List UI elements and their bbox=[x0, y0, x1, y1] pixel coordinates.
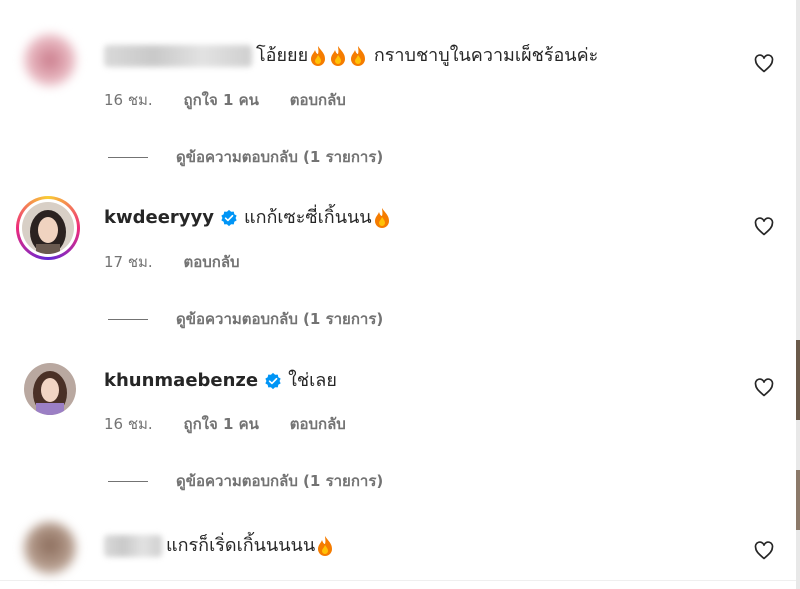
right-edge-strip bbox=[796, 0, 800, 589]
comment-main-line: kwdeeryyy แกก้เซะซี่เกิ้นนน bbox=[104, 206, 392, 230]
view-replies-label: ดูข้อความตอบกลับ (1 รายการ) bbox=[176, 148, 384, 166]
comment-likes[interactable]: ถูกใจ 1 คน bbox=[183, 91, 258, 109]
avatar[interactable] bbox=[24, 363, 76, 415]
comment-time: 17 ชม. bbox=[104, 253, 153, 271]
reply-button[interactable]: ตอบกลับ bbox=[290, 415, 346, 433]
avatar[interactable] bbox=[24, 522, 76, 574]
fire-emoji-icon bbox=[351, 46, 366, 66]
replies-divider bbox=[108, 156, 148, 158]
fire-emoji-icon bbox=[331, 46, 346, 66]
heart-icon[interactable] bbox=[754, 541, 774, 561]
view-replies-label: ดูข้อความตอบกลับ (1 รายการ) bbox=[176, 472, 384, 490]
replies-divider bbox=[108, 480, 148, 482]
comment-meta: 17 ชม. ตอบกลับ bbox=[104, 250, 266, 274]
right-edge-image-fragment bbox=[796, 470, 800, 530]
comment-text: ใช่เลย bbox=[288, 370, 337, 391]
avatar-story-ring[interactable] bbox=[16, 196, 80, 260]
bottom-divider bbox=[0, 580, 796, 581]
avatar-photo bbox=[22, 202, 74, 254]
view-replies-button[interactable]: ดูข้อความตอบกลับ (1 รายการ) bbox=[108, 145, 383, 169]
comment-time: 16 ชม. bbox=[104, 91, 153, 109]
avatar[interactable] bbox=[24, 34, 76, 86]
reply-button[interactable]: ตอบกลับ bbox=[183, 253, 239, 271]
heart-icon[interactable] bbox=[754, 217, 774, 237]
username[interactable]: kwdeeryyy bbox=[104, 206, 214, 230]
partial-glyph-top: ʻ bbox=[168, 0, 188, 6]
comment-main-line: khunmaebenze ใช่เลย bbox=[104, 369, 337, 393]
comment-meta: 16 ชม. ถูกใจ 1 คน ตอบกลับ bbox=[104, 412, 372, 436]
replies-divider bbox=[108, 318, 148, 320]
comment-meta: 16 ชม. ถูกใจ 1 คน ตอบกลับ bbox=[104, 88, 372, 112]
heart-icon[interactable] bbox=[754, 54, 774, 74]
avatar bbox=[22, 202, 74, 254]
verified-badge-icon bbox=[265, 372, 281, 390]
view-replies-button[interactable]: ดูข้อความตอบกลับ (1 รายการ) bbox=[108, 307, 383, 331]
comment-main-line: แกรก็เริ่ดเกิ้นนนนน bbox=[104, 534, 335, 558]
comment-time: 16 ชม. bbox=[104, 415, 153, 433]
fire-emoji-icon bbox=[318, 536, 333, 556]
username-redacted[interactable] bbox=[104, 535, 162, 557]
reply-button[interactable]: ตอบกลับ bbox=[290, 91, 346, 109]
fire-emoji-icon bbox=[311, 46, 326, 66]
right-edge-image-fragment bbox=[796, 340, 800, 420]
verified-badge-icon bbox=[221, 209, 237, 227]
view-replies-label: ดูข้อความตอบกลับ (1 รายการ) bbox=[176, 310, 384, 328]
heart-icon[interactable] bbox=[754, 378, 774, 398]
comment-main-line: โอ้ยยย กราบชาบูในความเผ็ชร้อนค่ะ bbox=[104, 44, 598, 68]
username-redacted[interactable] bbox=[104, 45, 252, 67]
username[interactable]: khunmaebenze bbox=[104, 369, 258, 393]
comment-likes[interactable]: ถูกใจ 1 คน bbox=[183, 415, 258, 433]
avatar-photo bbox=[24, 363, 76, 415]
comment-text: แกก้เซะซี่เกิ้นนน bbox=[243, 207, 372, 228]
comment-text: โอ้ยยย กราบชาบูในความเผ็ชร้อนค่ะ bbox=[256, 45, 599, 66]
fire-emoji-icon bbox=[374, 208, 389, 228]
view-replies-button[interactable]: ดูข้อความตอบกลับ (1 รายการ) bbox=[108, 469, 383, 493]
comment-text: แกรก็เริ่ดเกิ้นนนนน bbox=[166, 535, 316, 556]
